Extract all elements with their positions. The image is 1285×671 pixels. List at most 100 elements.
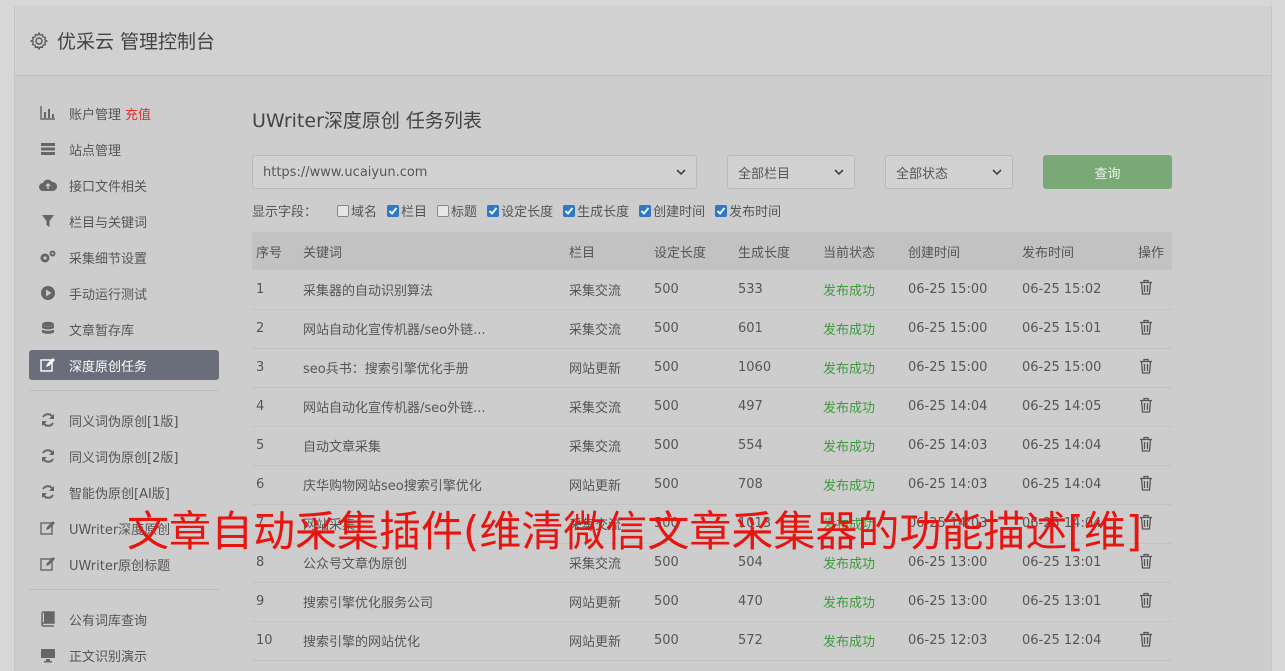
checkbox-label: 域名 (351, 205, 378, 220)
col-header: 生成长度 (738, 245, 791, 261)
column-select[interactable]: 全部栏目 (727, 155, 855, 189)
checkbox-checked[interactable] (387, 204, 400, 217)
query-button[interactable]: 查询 (1043, 155, 1172, 189)
cell-keyword: 搜索引擎的网站优化 (303, 635, 421, 650)
table-row: 5 自动文章采集 采集交流 500 554 发布成功 06-25 14:03 06-25 14… (252, 426, 1172, 465)
cell-status: 发布成功 (823, 401, 876, 416)
checkbox-label: 发布时间 (729, 205, 782, 220)
checkbox-label: 设定长度 (501, 205, 554, 220)
field-checkbox-domain[interactable]: 域名 (337, 201, 377, 220)
sidebar-item-article-storage[interactable]: 文章暂存库 (29, 314, 219, 344)
trash-icon[interactable] (1138, 319, 1154, 335)
cell-keyword: 庆华购物网站seo搜索引擎优化 (303, 479, 482, 494)
cell-set-length: 500 (654, 360, 679, 375)
checkbox-checked[interactable] (639, 204, 652, 217)
overlay-caption: 文章自动采集插件(维清微信文章采集器的功能描述[维] (127, 507, 1143, 556)
task-table: 序号 关键词 栏目 设定长度 生成长度 当前状态 创建时间 发布时间 操作 1 采… (252, 232, 1172, 661)
trash-icon[interactable] (1138, 592, 1154, 608)
table-row: 9 搜索引擎优化服务公司 网站更新 500 470 发布成功 06-25 13:00 06-2… (252, 582, 1172, 621)
cell-status: 发布成功 (823, 440, 876, 455)
trash-icon[interactable] (1138, 631, 1154, 647)
filter-bar: https://www.ucaiyun.com 全部栏目 全部状态 查询 (252, 155, 1172, 189)
edit-icon (39, 356, 57, 374)
monitor-icon (39, 646, 57, 664)
checkbox-label: 标题 (451, 205, 478, 220)
cell-column: 网站更新 (569, 479, 622, 494)
edit-icon (39, 519, 57, 537)
checkbox-checked[interactable] (715, 204, 728, 217)
sidebar-item-label: 手动运行测试 (69, 287, 148, 303)
table-row: 6 庆华购物网站seo搜索引擎优化 网站更新 500 708 发布成功 06-25 14:0… (252, 465, 1172, 504)
cell-gen-length: 601 (738, 321, 763, 336)
site-select[interactable]: https://www.ucaiyun.com (252, 155, 697, 189)
cell-column: 采集交流 (569, 401, 622, 416)
sidebar-item-label: 智能伪原创[AI版] (69, 486, 170, 502)
cell-created: 06-25 13:00 (908, 594, 988, 609)
book-icon (39, 610, 57, 628)
sidebar-item-manual-run[interactable]: 手动运行测试 (29, 278, 219, 308)
sidebar: 账户管理 充值 站点管理 接口文件相关 栏目与关键词 采集细节设置 手动运行测试… (29, 98, 219, 671)
cell-column: 网站更新 (569, 596, 622, 611)
checkbox-label: 创建时间 (653, 205, 706, 220)
sidebar-item-label: 采集细节设置 (69, 251, 148, 267)
checkbox-checked[interactable] (563, 204, 576, 217)
status-select[interactable]: 全部状态 (885, 155, 1013, 189)
edit-icon (39, 555, 57, 573)
table-row: 10 搜索引擎的网站优化 网站更新 500 572 发布成功 06-25 12:03 06-2… (252, 621, 1172, 660)
cell-published: 06-25 14:05 (1022, 399, 1102, 414)
cell-created: 06-25 14:04 (908, 399, 988, 414)
recharge-link[interactable]: 充值 (125, 104, 151, 123)
sidebar-item-label: 公有词库查询 (69, 613, 148, 629)
sidebar-divider (29, 589, 219, 590)
field-checkbox-set-length[interactable]: 设定长度 (487, 201, 553, 220)
cell-keyword: 搜索引擎优化服务公司 (303, 596, 434, 611)
checkbox-checked[interactable] (487, 204, 500, 217)
cell-actions (1134, 465, 1172, 504)
table-row: 4 网站自动化宣传机器/seo外链... 采集交流 500 497 发布成功 06-25 1… (252, 387, 1172, 426)
trash-icon[interactable] (1138, 358, 1154, 374)
trash-icon[interactable] (1138, 397, 1154, 413)
sidebar-item-columns-keywords[interactable]: 栏目与关键词 (29, 206, 219, 236)
sidebar-item-deep-original-tasks[interactable]: 深度原创任务 (29, 350, 219, 380)
sidebar-item-text-recognition[interactable]: 正文识别演示 (29, 640, 219, 670)
checkbox-label: 生成长度 (577, 205, 630, 220)
checkbox-unchecked[interactable] (437, 204, 450, 217)
cell-gen-length: 470 (738, 594, 763, 609)
sidebar-item-sites[interactable]: 站点管理 (29, 134, 219, 164)
app-frame: 优采云 管理控制台 账户管理 充值 站点管理 接口文件相关 栏目与关键词 采集细… (14, 6, 1272, 671)
field-checkbox-gen-length[interactable]: 生成长度 (563, 201, 629, 220)
trash-icon[interactable] (1138, 475, 1154, 491)
field-checkbox-title[interactable]: 标题 (437, 201, 477, 220)
col-header: 当前状态 (823, 245, 876, 261)
cell-column: 网站更新 (569, 635, 622, 650)
cell-status: 发布成功 (823, 596, 876, 611)
col-header: 发布时间 (1022, 245, 1075, 261)
sidebar-item-synonym-v2[interactable]: 同义词伪原创[2版] (29, 441, 219, 471)
col-header: 操作 (1138, 245, 1165, 261)
field-checkbox-published[interactable]: 发布时间 (715, 201, 781, 220)
cell-published: 06-25 15:01 (1022, 321, 1102, 336)
sidebar-item-public-lexicon[interactable]: 公有词库查询 (29, 604, 219, 634)
cell-set-length: 500 (654, 477, 679, 492)
cell-index: 2 (256, 321, 265, 336)
cell-actions (1134, 582, 1172, 621)
cell-set-length: 500 (654, 438, 679, 453)
field-checkbox-created[interactable]: 创建时间 (639, 201, 705, 220)
table-row: 2 网站自动化宣传机器/seo外链... 采集交流 500 601 发布成功 06-25 1… (252, 309, 1172, 348)
cell-gen-length: 1060 (738, 360, 772, 375)
app-title: 优采云 管理控制台 (57, 31, 216, 53)
trash-icon[interactable] (1138, 279, 1154, 295)
gear-icon (29, 31, 49, 50)
cell-created: 06-25 15:00 (908, 321, 988, 336)
col-header: 创建时间 (908, 245, 961, 261)
sidebar-item-account[interactable]: 账户管理 充值 (29, 98, 219, 128)
sidebar-item-label: 正文识别演示 (69, 649, 148, 665)
sidebar-item-synonym-v1[interactable]: 同义词伪原创[1版] (29, 405, 219, 435)
field-checkbox-column[interactable]: 栏目 (387, 201, 427, 220)
cell-status: 发布成功 (823, 635, 876, 650)
trash-icon[interactable] (1138, 436, 1154, 452)
sidebar-item-interface-files[interactable]: 接口文件相关 (29, 170, 219, 200)
play-icon (39, 284, 57, 302)
checkbox-unchecked[interactable] (337, 204, 350, 217)
sidebar-item-collect-settings[interactable]: 采集细节设置 (29, 242, 219, 272)
